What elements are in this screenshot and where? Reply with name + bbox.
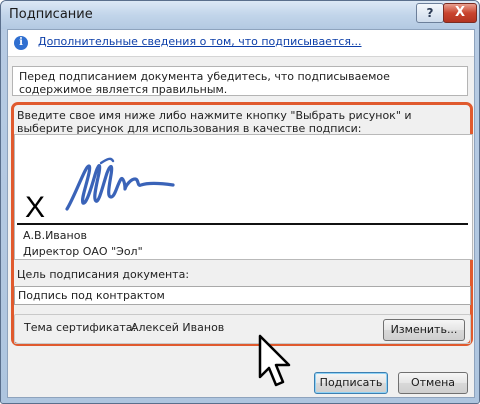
certificate-label: Тема сертификата:: [24, 321, 137, 334]
certificate-subject: Алексей Иванов: [131, 321, 225, 334]
signer-name: А.В.Иванов: [23, 229, 87, 242]
mouse-pointer-icon: [258, 334, 291, 387]
signature-x-mark: X: [25, 191, 46, 224]
handwritten-signature: [65, 157, 175, 211]
title-bar: Подписание ? X: [1, 1, 479, 29]
signature-instructions: Введите свое имя ниже либо нажмите кнопк…: [17, 109, 412, 135]
close-button[interactable]: X: [443, 3, 477, 23]
signing-dialog: Подписание ? X i Дополнительные сведения…: [0, 0, 480, 404]
purpose-label: Цель подписания документа:: [17, 268, 190, 281]
purpose-input[interactable]: Подпись под контрактом: [14, 286, 471, 305]
info-icon: i: [14, 36, 28, 50]
change-certificate-button[interactable]: Изменить...: [383, 319, 465, 341]
cancel-button[interactable]: Отмена: [398, 372, 468, 394]
signature-line: [17, 223, 468, 225]
signer-title: Директор ОАО "Эол": [23, 245, 143, 258]
verify-content-notice: Перед подписанием документа убедитесь, ч…: [12, 66, 468, 96]
dialog-body: i Дополнительные сведения о том, что под…: [7, 29, 475, 398]
window-title: Подписание: [9, 7, 93, 22]
sign-button[interactable]: Подписать: [314, 372, 388, 394]
info-bar: i Дополнительные сведения о том, что под…: [8, 30, 474, 57]
help-button[interactable]: ?: [416, 3, 444, 23]
more-info-link[interactable]: Дополнительные сведения о том, что подпи…: [38, 35, 362, 48]
signature-box[interactable]: X А.В.Иванов Директор ОАО "Эол": [14, 134, 473, 260]
certificate-group: Тема сертификата: Алексей Иванов Изменит…: [14, 314, 471, 344]
